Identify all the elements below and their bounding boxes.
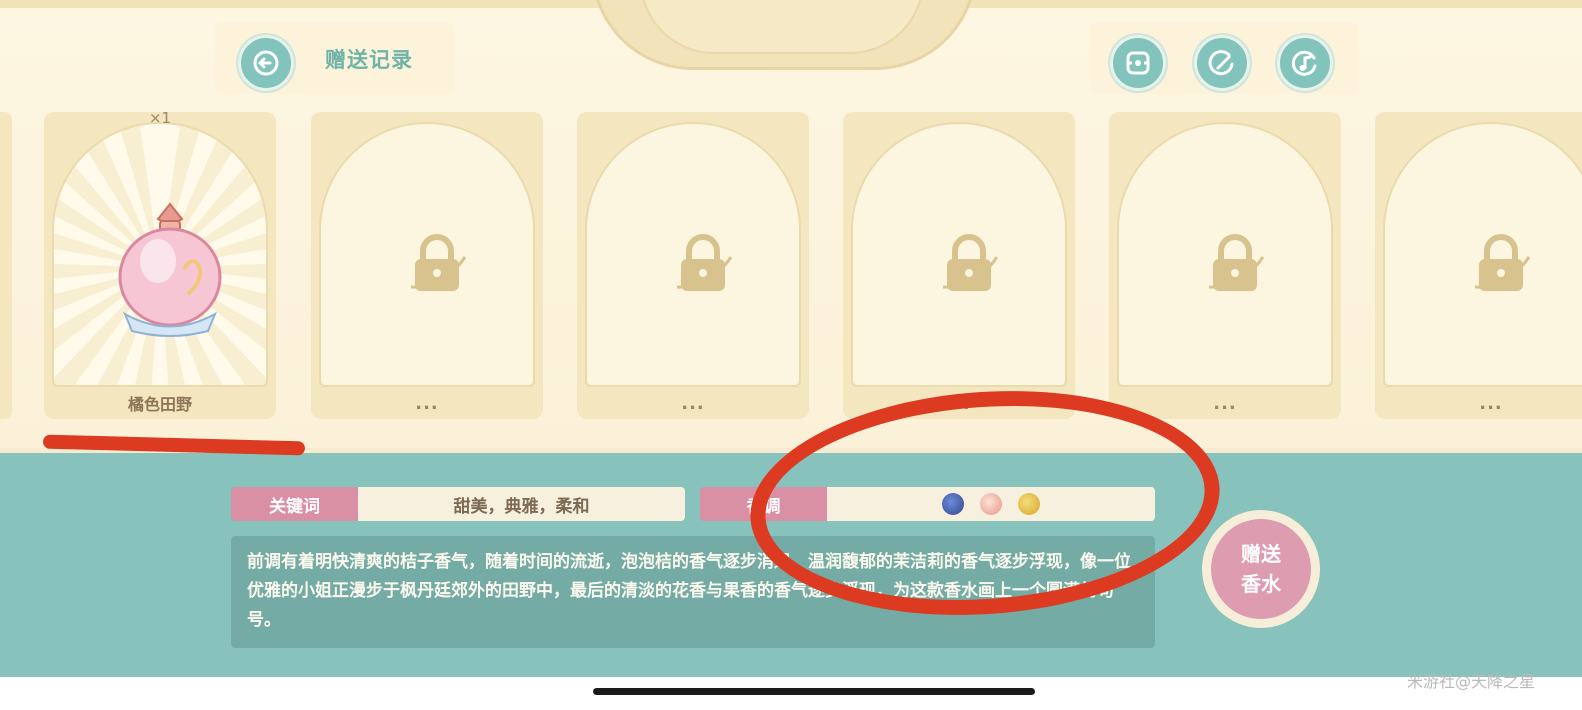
card-count: ×1 — [148, 109, 172, 127]
card-frame — [1117, 122, 1333, 387]
locked-card[interactable]: ... — [577, 112, 809, 419]
back-button[interactable] — [238, 35, 294, 91]
card-label: ... — [681, 392, 705, 414]
gift-button-face: 赠送 香水 — [1211, 519, 1311, 619]
home-indicator[interactable] — [593, 688, 1035, 695]
page-title: 赠送记录 — [325, 48, 413, 72]
edit-icon — [1208, 50, 1234, 76]
lock-icon — [1474, 234, 1531, 291]
previous-card-edge — [0, 112, 12, 419]
locked-card[interactable]: ... — [1375, 112, 1582, 419]
back-icon — [253, 50, 279, 76]
locked-card[interactable]: ... — [311, 112, 543, 419]
music-icon — [1291, 50, 1317, 76]
hide-ui-icon — [1126, 51, 1150, 75]
watermark: 米游社@天降之星 — [1407, 672, 1536, 691]
card-frame — [1383, 122, 1582, 387]
keyword-label: 关键词 — [231, 487, 358, 521]
edit-button[interactable] — [1194, 35, 1250, 91]
hide-ui-button[interactable] — [1110, 35, 1166, 91]
card-frame — [585, 122, 801, 387]
gift-perfume-button[interactable]: 赠送 香水 — [1202, 510, 1320, 628]
card-label: ... — [415, 392, 439, 414]
perfume-card[interactable]: ×1 橘色田野 — [44, 109, 276, 419]
gift-button-line1: 赠送 — [1241, 542, 1281, 566]
lock-icon — [942, 234, 999, 291]
card-frame — [851, 122, 1067, 387]
perfume-bottle-icon — [118, 202, 222, 337]
keyword-row: 关键词 甜美，典雅，柔和 — [231, 487, 685, 521]
card-label: ... — [1479, 392, 1503, 414]
card-frame — [319, 122, 535, 387]
gift-button-line2: 香水 — [1241, 572, 1281, 596]
lock-icon — [676, 234, 733, 291]
locked-card[interactable]: ... — [843, 112, 1075, 419]
lock-icon — [410, 234, 467, 291]
lock-icon — [1208, 234, 1265, 291]
music-button[interactable] — [1277, 35, 1333, 91]
locked-card[interactable]: ... — [1109, 112, 1341, 419]
card-frame — [52, 122, 268, 387]
top-ornament-inner — [640, 0, 924, 54]
card-label: 橘色田野 — [127, 395, 192, 414]
keyword-value: 甜美，典雅，柔和 — [358, 487, 685, 521]
